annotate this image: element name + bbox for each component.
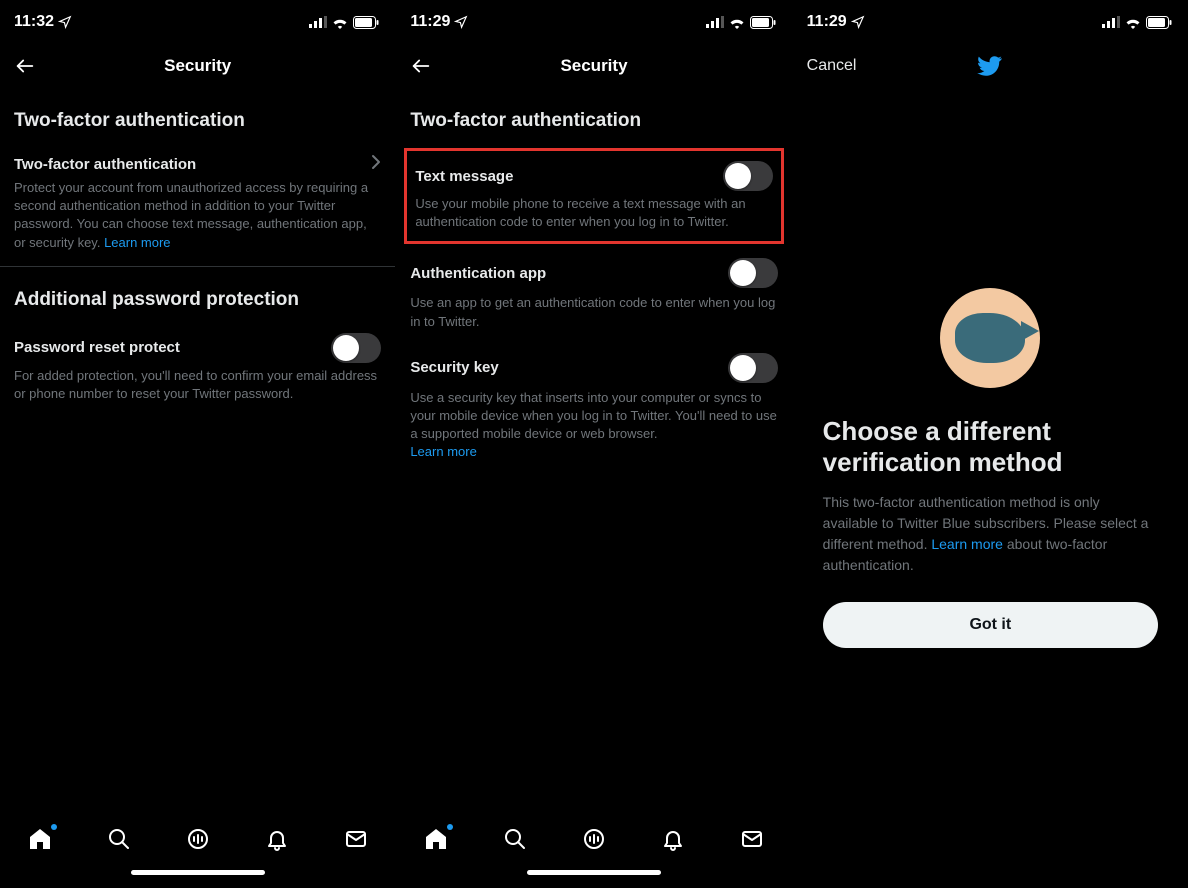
- wifi-icon: [331, 16, 349, 29]
- location-arrow-icon: [58, 15, 72, 29]
- toggle-security-key[interactable]: [728, 353, 778, 383]
- back-button[interactable]: [410, 55, 432, 77]
- envelope-icon: [344, 827, 368, 851]
- row-description: Use an app to get an authentication code…: [410, 294, 777, 338]
- status-bar: 11:29: [396, 0, 791, 44]
- home-icon: [28, 827, 52, 851]
- row-text-message[interactable]: Text message: [415, 161, 772, 195]
- nav-header: Security: [0, 44, 395, 88]
- section-heading-additional-password: Additional password protection: [14, 289, 381, 311]
- cancel-button[interactable]: Cancel: [807, 57, 857, 75]
- section-heading-two-factor: Two-factor authentication: [410, 110, 777, 132]
- tab-bar: [0, 812, 395, 864]
- envelope-icon: [740, 827, 764, 851]
- learn-more-link[interactable]: Learn more: [931, 536, 1003, 552]
- home-icon: [424, 827, 448, 851]
- got-it-button[interactable]: Got it: [823, 602, 1158, 648]
- tab-spaces[interactable]: [581, 826, 607, 852]
- arrow-left-icon: [410, 55, 432, 77]
- tab-home[interactable]: [423, 826, 449, 852]
- tab-home[interactable]: [27, 826, 53, 852]
- toggle-password-reset-protect[interactable]: [331, 333, 381, 363]
- row-authentication-app[interactable]: Authentication app: [410, 256, 777, 294]
- nav-header: Cancel: [793, 44, 1188, 88]
- illustration-icon: [940, 288, 1040, 388]
- notification-dot-icon: [51, 824, 57, 830]
- row-description: For added protection, you'll need to con…: [14, 367, 381, 411]
- toggle-authentication-app[interactable]: [728, 258, 778, 288]
- tab-notifications[interactable]: [660, 826, 686, 852]
- home-indicator[interactable]: [396, 864, 791, 888]
- location-arrow-icon: [851, 15, 865, 29]
- row-title: Text message: [415, 168, 513, 185]
- row-description: Use your mobile phone to receive a text …: [415, 195, 772, 231]
- microphone-icon: [186, 827, 210, 851]
- search-icon: [503, 827, 527, 851]
- row-title: Two-factor authentication: [14, 156, 196, 173]
- tab-messages[interactable]: [343, 826, 369, 852]
- wifi-icon: [728, 16, 746, 29]
- bell-icon: [661, 827, 685, 851]
- status-bar: 11:29: [793, 0, 1188, 44]
- microphone-icon: [582, 827, 606, 851]
- status-time: 11:29: [410, 13, 450, 31]
- screen-two-factor-options: 11:29 Security Two-factor authentication…: [396, 0, 792, 888]
- search-icon: [107, 827, 131, 851]
- row-password-reset-protect[interactable]: Password reset protect: [14, 325, 381, 367]
- section-heading-two-factor: Two-factor authentication: [14, 110, 381, 132]
- row-title: Security key: [410, 359, 498, 376]
- cellular-icon: [706, 16, 724, 28]
- nav-header: Security: [396, 44, 791, 88]
- status-time: 11:32: [14, 13, 54, 31]
- arrow-left-icon: [14, 55, 36, 77]
- modal-description: This two-factor authentication method is…: [823, 492, 1158, 576]
- battery-icon: [353, 16, 379, 29]
- learn-more-link[interactable]: Learn more: [104, 235, 170, 250]
- tab-bar: [396, 812, 791, 864]
- row-title: Authentication app: [410, 265, 546, 282]
- page-title: Security: [560, 56, 627, 76]
- battery-icon: [1146, 16, 1172, 29]
- battery-icon: [750, 16, 776, 29]
- wifi-icon: [1124, 16, 1142, 29]
- status-time: 11:29: [807, 13, 847, 31]
- location-arrow-icon: [454, 15, 468, 29]
- tab-notifications[interactable]: [264, 826, 290, 852]
- screen-security-overview: 11:32 Security Two-factor authentication…: [0, 0, 396, 888]
- divider: [0, 266, 395, 267]
- screen-choose-different-method: 11:29 Cancel Choose a different verifica…: [793, 0, 1188, 888]
- page-title: Security: [164, 56, 231, 76]
- cellular-icon: [1102, 16, 1120, 28]
- chevron-right-icon: [371, 154, 381, 175]
- row-security-key[interactable]: Security key: [410, 351, 777, 389]
- tab-search[interactable]: [502, 826, 528, 852]
- notification-dot-icon: [447, 824, 453, 830]
- twitter-logo-icon: [977, 53, 1003, 79]
- status-bar: 11:32: [0, 0, 395, 44]
- cellular-icon: [309, 16, 327, 28]
- toggle-text-message[interactable]: [723, 161, 773, 191]
- tab-messages[interactable]: [739, 826, 765, 852]
- row-description: Protect your account from unauthorized a…: [14, 179, 381, 260]
- tab-spaces[interactable]: [185, 826, 211, 852]
- highlighted-text-message-option: Text message Use your mobile phone to re…: [404, 148, 783, 244]
- modal-title: Choose a different verification method: [823, 416, 1158, 478]
- bell-icon: [265, 827, 289, 851]
- tab-search[interactable]: [106, 826, 132, 852]
- learn-more-link[interactable]: Learn more: [410, 444, 476, 459]
- row-title: Password reset protect: [14, 339, 180, 356]
- back-button[interactable]: [14, 55, 36, 77]
- row-description: Use a security key that inserts into you…: [410, 389, 777, 470]
- home-indicator[interactable]: [0, 864, 395, 888]
- row-two-factor-authentication[interactable]: Two-factor authentication: [14, 146, 381, 179]
